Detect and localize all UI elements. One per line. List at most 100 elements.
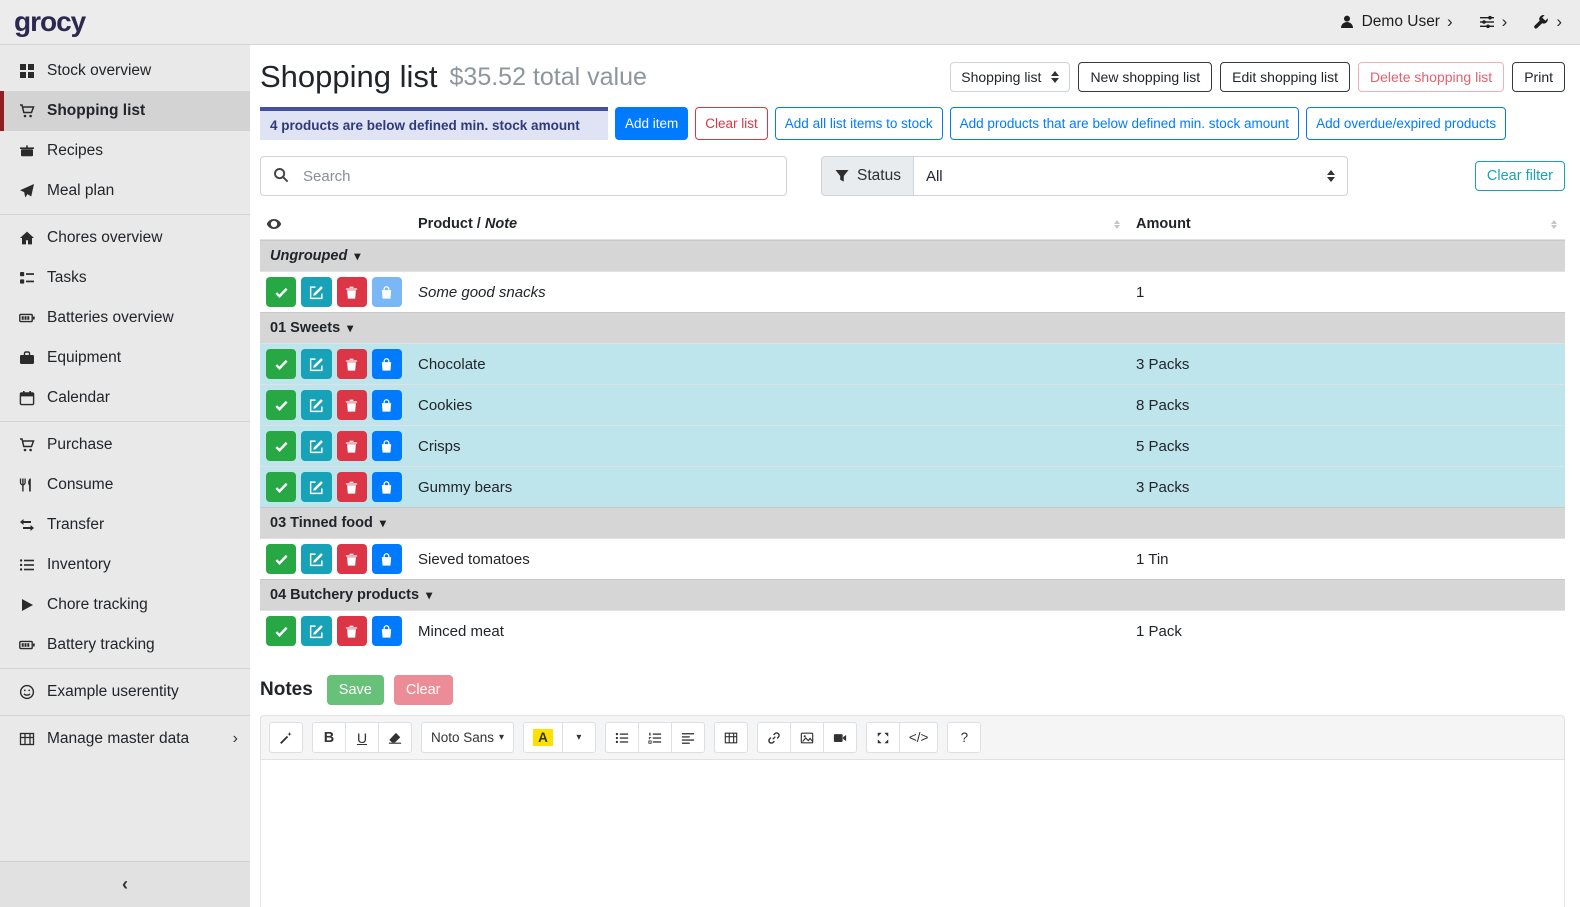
product-column-header[interactable]: Product / Note [410, 216, 1128, 232]
delete-item-button[interactable] [337, 616, 367, 646]
edit-item-button[interactable] [301, 277, 331, 307]
shopping-list-select[interactable]: Shopping list [950, 62, 1070, 92]
edit-item-button[interactable] [301, 349, 331, 379]
add-all-to-stock-button[interactable]: Add all list items to stock [775, 107, 943, 140]
editor-insert-link-button[interactable] [757, 722, 791, 753]
delete-item-button[interactable] [337, 472, 367, 502]
admin-menu[interactable]: › [1533, 12, 1562, 32]
add-below-min-button[interactable]: Add products that are below defined min.… [950, 107, 1299, 140]
editor-magic-style-button[interactable] [269, 722, 303, 753]
app-logo: grocy [14, 6, 85, 38]
sidebar-item-tasks[interactable]: Tasks [0, 258, 250, 298]
settings-menu[interactable]: › [1479, 12, 1508, 32]
editor-clear-format-button[interactable] [378, 722, 412, 753]
edit-item-button[interactable] [301, 390, 331, 420]
sort-icon[interactable] [1551, 220, 1557, 229]
sidebar-item-calendar[interactable]: Calendar [0, 378, 250, 418]
edit-item-button[interactable] [301, 472, 331, 502]
delete-item-button[interactable] [337, 277, 367, 307]
shopping-list-table: Product / Note Amount Ungrouped▾Some goo… [260, 210, 1565, 651]
sidebar-item-consume[interactable]: Consume [0, 465, 250, 505]
editor-font-color-more-button[interactable]: ▾ [562, 722, 596, 753]
sidebar-item-purchase[interactable]: Purchase [0, 425, 250, 465]
editor-paragraph-button[interactable] [671, 722, 705, 753]
add-to-stock-button[interactable] [372, 277, 402, 307]
add-item-button[interactable]: Add item [615, 107, 688, 140]
sidebar-item-chores-overview[interactable]: Chores overview [0, 218, 250, 258]
editor-insert-table-button[interactable] [714, 722, 748, 753]
mark-done-button[interactable] [266, 472, 296, 502]
sidebar-item-example-userentity[interactable]: Example userentity [0, 672, 250, 712]
editor-fullscreen-button[interactable] [866, 722, 900, 753]
group-header-row-03-tinned-food[interactable]: 03 Tinned food▾ [260, 507, 1565, 538]
sidebar-item-shopping-list[interactable]: Shopping list [0, 91, 250, 131]
search-input[interactable] [260, 156, 787, 196]
editor-insert-video-button[interactable] [823, 722, 857, 753]
print-button[interactable]: Print [1512, 62, 1565, 92]
delete-item-button[interactable] [337, 390, 367, 420]
editor-ordered-list-button[interactable] [638, 722, 672, 753]
sidebar-item-equipment[interactable]: Equipment [0, 338, 250, 378]
add-to-stock-button[interactable] [372, 472, 402, 502]
group-header-row-ungrouped[interactable]: Ungrouped▾ [260, 240, 1565, 271]
clear-filter-button[interactable]: Clear filter [1475, 161, 1565, 191]
editor-help-button[interactable]: ? [947, 722, 981, 753]
add-to-stock-button[interactable] [372, 431, 402, 461]
mark-done-button[interactable] [266, 349, 296, 379]
mark-done-button[interactable] [266, 544, 296, 574]
sidebar-item-battery-tracking[interactable]: Battery tracking [0, 625, 250, 665]
user-menu[interactable]: Demo User › [1339, 12, 1453, 32]
add-to-stock-button[interactable] [372, 390, 402, 420]
edit-item-button[interactable] [301, 431, 331, 461]
check-icon [274, 357, 289, 372]
mark-done-button[interactable] [266, 431, 296, 461]
new-shopping-list-button[interactable]: New shopping list [1078, 62, 1212, 92]
sort-icon[interactable] [1114, 220, 1120, 229]
editor-font-color-button[interactable]: A [523, 722, 563, 753]
editor-insert-picture-button[interactable] [790, 722, 824, 753]
mark-done-button[interactable] [266, 390, 296, 420]
sidebar-item-inventory[interactable]: Inventory [0, 545, 250, 585]
sidebar-item-manage-master-data[interactable]: Manage master data› [0, 719, 250, 759]
editor-bold-button[interactable]: B [312, 722, 346, 753]
sidebar-item-transfer[interactable]: Transfer [0, 505, 250, 545]
sidebar-item-stock-overview[interactable]: Stock overview [0, 51, 250, 91]
notes-editing-area[interactable] [260, 760, 1565, 907]
clear-list-button[interactable]: Clear list [695, 107, 768, 140]
delete-shopping-list-button[interactable]: Delete shopping list [1358, 62, 1504, 92]
editor-underline-button[interactable]: U [345, 722, 379, 753]
delete-item-button[interactable] [337, 349, 367, 379]
shopping-bag-icon [379, 624, 394, 639]
sidebar-item-recipes[interactable]: Recipes [0, 131, 250, 171]
save-notes-button[interactable]: Save [327, 675, 384, 705]
group-header-row-04-butchery-products[interactable]: 04 Butchery products▾ [260, 579, 1565, 610]
edit-item-button[interactable] [301, 616, 331, 646]
cart-icon [17, 103, 36, 119]
editor-font-family-button[interactable]: Noto Sans▾ [421, 722, 514, 753]
group-header-row-01-sweets[interactable]: 01 Sweets▾ [260, 312, 1565, 343]
delete-item-button[interactable] [337, 544, 367, 574]
amount-column-header[interactable]: Amount [1128, 216, 1565, 232]
sidebar-item-batteries-overview[interactable]: Batteries overview [0, 298, 250, 338]
add-to-stock-button[interactable] [372, 616, 402, 646]
insert-video-icon [833, 731, 847, 745]
mark-done-button[interactable] [266, 616, 296, 646]
sidebar-item-chore-tracking[interactable]: Chore tracking [0, 585, 250, 625]
mark-done-button[interactable] [266, 277, 296, 307]
add-to-stock-button[interactable] [372, 349, 402, 379]
sidebar-item-meal-plan[interactable]: Meal plan [0, 171, 250, 211]
below-min-stock-banner[interactable]: 4 products are below defined min. stock … [260, 107, 608, 140]
add-overdue-button[interactable]: Add overdue/expired products [1306, 107, 1506, 140]
edit-item-button[interactable] [301, 544, 331, 574]
tablegrid-icon [17, 731, 36, 747]
add-to-stock-button[interactable] [372, 544, 402, 574]
status-select[interactable]: All [914, 156, 1348, 196]
clear-notes-button[interactable]: Clear [394, 675, 453, 705]
editor-unordered-list-button[interactable] [605, 722, 639, 753]
editor-code-view-button[interactable]: </> [899, 722, 939, 753]
delete-item-button[interactable] [337, 431, 367, 461]
sidebar-item-label: Chore tracking [47, 596, 148, 614]
edit-shopping-list-button[interactable]: Edit shopping list [1220, 62, 1350, 92]
sidebar-collapse-button[interactable]: ‹ [0, 861, 250, 907]
visibility-column-header[interactable] [260, 216, 410, 232]
